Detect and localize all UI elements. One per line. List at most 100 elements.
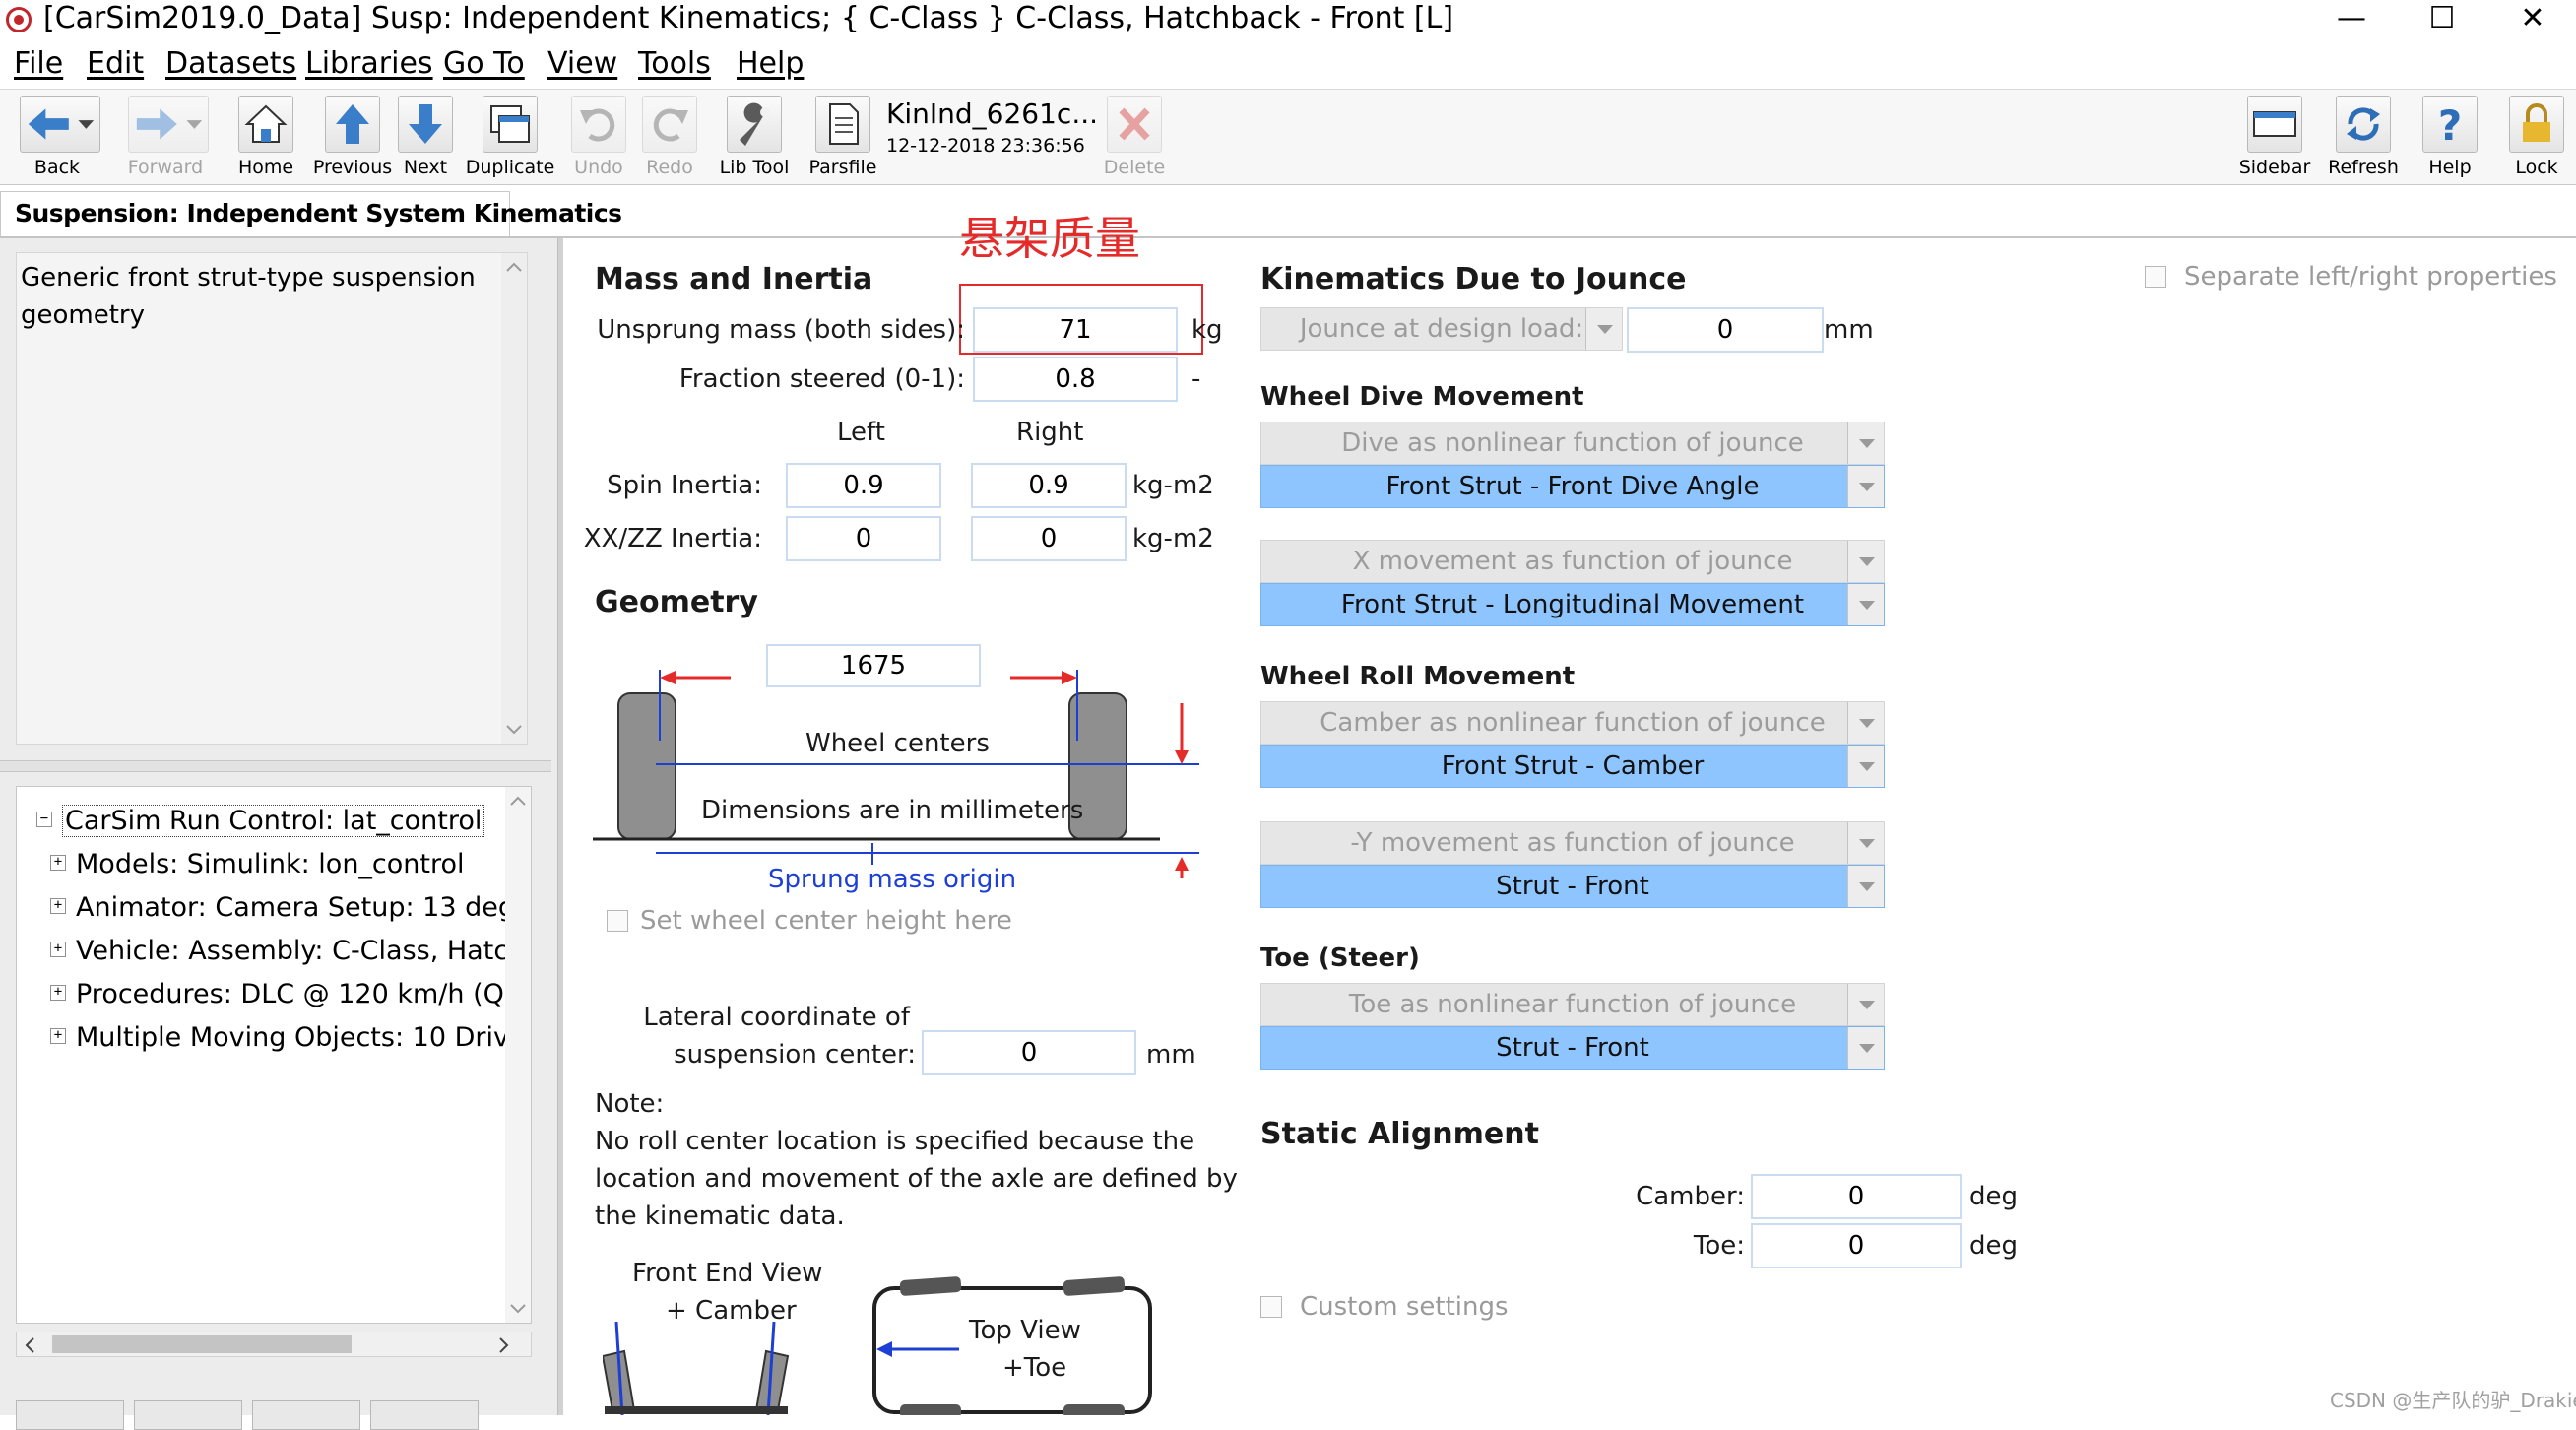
duplicate-button[interactable]: Duplicate [466,94,554,180]
lateral-coordinate-input[interactable]: 0 [922,1030,1136,1075]
note-title: Note: [595,1089,665,1119]
bottom-button-2[interactable] [134,1400,242,1430]
bottom-button-4[interactable] [370,1400,479,1430]
menu-file[interactable]: File [14,43,63,85]
close-button[interactable]: ✕ [2493,0,2572,37]
custom-settings-label: Custom settings [1300,1292,1509,1322]
parsfile-button[interactable]: Parsfile [807,94,878,180]
arrow-down-icon [398,96,453,153]
mass-inertia-header: Mass and Inertia [595,262,873,296]
right-column-label: Right [1016,418,1084,447]
lib-tool-button[interactable]: Lib Tool [719,94,790,180]
camber-dataset-combo[interactable]: Front Strut - Camber [1260,745,1885,788]
dataset-tree: − CarSim Run Control: lat_control + Models… [16,786,532,1324]
tab-suspension-kinematics[interactable]: Suspension: Independent System Kinematic… [0,191,622,236]
expand-icon[interactable]: + [50,984,66,1001]
alignment-toe-input[interactable]: 0 [1751,1223,1962,1268]
tree-item-moving-objects[interactable]: + Multiple Moving Objects: 10 Driver [50,1017,531,1059]
y-movement-dataset-combo[interactable]: Strut - Front [1260,865,1885,908]
dive-dataset-combo[interactable]: Front Strut - Front Dive Angle [1260,465,1885,508]
forward-button[interactable]: Forward [120,94,211,180]
unsprung-mass-input[interactable]: 71 [973,307,1178,353]
svg-text:?: ? [2438,101,2462,150]
tree-item-models[interactable]: + Models: Simulink: lon_control [50,844,465,885]
set-wheel-center-checkbox[interactable] [607,910,628,932]
main-form: 悬架质量 Mass and Inertia Unsprung mass (bot… [563,212,2576,1415]
back-button[interactable]: Back [12,94,102,180]
expand-icon[interactable]: + [50,897,66,914]
tree-item-animator[interactable]: + Animator: Camera Setup: 13 deg. A [50,887,531,929]
tree-item-run-control[interactable]: − CarSim Run Control: lat_control [36,801,485,842]
kinematics-header: Kinematics Due to Jounce [1260,262,1687,296]
dropdown-arrow-icon [1847,541,1884,582]
bottom-button-3[interactable] [252,1400,360,1430]
camber-type-combo[interactable]: Camber as nonlinear function of jounce [1260,701,1885,745]
unsprung-mass-label: Unsprung mass (both sides): [597,315,965,345]
lock-button[interactable]: Lock [2501,94,2572,180]
menu-bar: File Edit Datasets Libraries Go To View … [0,43,2576,85]
toe-dataset-combo[interactable]: Strut - Front [1260,1026,1885,1070]
lock-icon [2509,96,2564,153]
spin-inertia-unit: kg-m2 [1132,471,1214,500]
scrollbar-thumb[interactable] [52,1335,352,1353]
y-movement-type-combo[interactable]: -Y movement as function of jounce [1260,821,1885,865]
tree-item-vehicle[interactable]: + Vehicle: Assembly: C-Class, Hatchb [50,931,531,972]
document-icon [815,96,870,153]
spin-inertia-right-input[interactable]: 0.9 [971,463,1127,508]
maximize-button[interactable]: ☐ [2403,0,2481,37]
dropdown-arrow-icon [1847,746,1884,787]
chevron-right-icon [499,1337,509,1353]
refresh-button[interactable]: Refresh [2328,94,2399,180]
menu-tools[interactable]: Tools [638,43,711,85]
home-button[interactable]: Home [230,94,301,180]
spin-inertia-left-input[interactable]: 0.9 [786,463,941,508]
tree-item-procedures[interactable]: + Procedures: DLC @ 120 km/h (Qui [50,974,529,1015]
minimize-button[interactable]: — [2312,0,2391,37]
collapse-icon[interactable]: − [36,811,52,827]
bottom-button-1[interactable] [16,1400,124,1430]
menu-libraries[interactable]: Libraries [305,43,433,85]
separate-left-right-checkbox[interactable] [2145,266,2166,288]
fraction-steered-input[interactable]: 0.8 [973,357,1178,402]
menu-help[interactable]: Help [737,43,804,85]
track-width-input[interactable]: 1675 [766,644,981,687]
expand-icon[interactable]: + [50,1027,66,1044]
sidebar-button[interactable]: Sidebar [2239,94,2310,180]
toe-type-combo[interactable]: Toe as nonlinear function of jounce [1260,983,1885,1026]
help-button[interactable]: ? Help [2415,94,2485,180]
description-scrollbar[interactable] [501,253,527,744]
jounce-unit: mm [1824,315,1874,345]
expand-icon[interactable]: + [50,941,66,957]
sidebar-splitter[interactable] [0,760,551,772]
note-line-3: the kinematic data. [595,1202,845,1231]
xxzz-inertia-right-input[interactable]: 0 [971,516,1127,561]
left-column-label: Left [837,418,885,447]
redo-button[interactable]: Redo [634,94,705,180]
description-box[interactable]: Generic front strut-type suspension geom… [16,252,528,745]
custom-settings-checkbox[interactable] [1260,1296,1282,1318]
menu-view[interactable]: View [547,43,617,85]
forward-arrow-icon [128,96,209,153]
xxzz-inertia-label: XX/ZZ Inertia: [583,524,762,553]
xxzz-inertia-left-input[interactable]: 0 [786,516,941,561]
dropdown-arrow-icon [1847,984,1884,1025]
jounce-combo[interactable]: Jounce at design load: [1260,307,1623,351]
menu-edit[interactable]: Edit [87,43,144,85]
next-button[interactable]: Next [390,94,461,180]
tree-vertical-scrollbar[interactable] [505,787,531,1323]
tree-horizontal-scrollbar[interactable] [16,1332,532,1357]
expand-icon[interactable]: + [50,854,66,871]
delete-button[interactable]: Delete [1099,94,1170,180]
dropdown-arrow-icon [1847,822,1884,864]
x-movement-dataset-combo[interactable]: Front Strut - Longitudinal Movement [1260,583,1885,626]
menu-datasets[interactable]: Datasets [165,43,296,85]
alignment-camber-input[interactable]: 0 [1751,1174,1962,1219]
x-movement-type-combo[interactable]: X movement as function of jounce [1260,540,1885,583]
dataset-name: KinInd_6261c... [886,98,1099,130]
menu-go-to[interactable]: Go To [443,43,525,85]
geometry-header: Geometry [595,585,758,619]
separate-left-right-label: Separate left/right properties [2184,262,2557,292]
window-title: [CarSim2019.0_Data] Susp: Independent Ki… [43,1,1454,35]
jounce-value-input[interactable]: 0 [1627,307,1824,353]
dive-type-combo[interactable]: Dive as nonlinear function of jounce [1260,422,1885,465]
